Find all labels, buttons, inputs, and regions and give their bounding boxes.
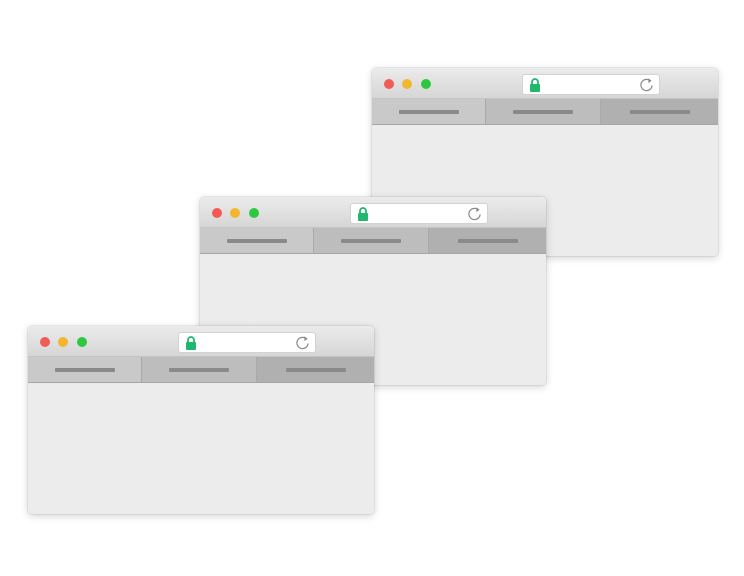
tab-title-placeholder [226, 238, 287, 243]
tab-title-placeholder [169, 367, 229, 372]
tab-bar [372, 99, 718, 125]
tab-3[interactable] [428, 228, 546, 253]
tab-title-placeholder [457, 238, 518, 243]
lock-icon [358, 207, 368, 221]
title-bar [372, 68, 718, 99]
tab-2[interactable] [485, 99, 600, 124]
title-bar [28, 326, 374, 357]
reload-icon[interactable] [467, 206, 482, 221]
close-button[interactable] [212, 208, 222, 218]
page-content [28, 383, 374, 514]
minimize-button[interactable] [402, 79, 412, 89]
close-button[interactable] [384, 79, 394, 89]
reload-icon[interactable] [639, 77, 654, 92]
maximize-button[interactable] [249, 208, 259, 218]
tab-1[interactable] [200, 228, 313, 253]
tab-bar [200, 228, 546, 254]
browser-window-front [28, 326, 374, 514]
tab-title-placeholder [285, 367, 346, 372]
close-button[interactable] [40, 337, 50, 347]
tab-title-placeholder [513, 109, 573, 114]
tab-3[interactable] [256, 357, 374, 382]
title-bar [200, 197, 546, 228]
tab-2[interactable] [313, 228, 428, 253]
address-bar[interactable] [350, 203, 488, 224]
maximize-button[interactable] [421, 79, 431, 89]
tab-title-placeholder [398, 109, 459, 114]
reload-icon[interactable] [295, 335, 310, 350]
tab-3[interactable] [600, 99, 718, 124]
minimize-button[interactable] [58, 337, 68, 347]
tab-1[interactable] [28, 357, 141, 382]
address-bar[interactable] [178, 332, 316, 353]
lock-icon [530, 78, 540, 92]
tab-2[interactable] [141, 357, 256, 382]
tab-bar [28, 357, 374, 383]
lock-icon [186, 336, 196, 350]
tab-1[interactable] [372, 99, 485, 124]
tab-title-placeholder [341, 238, 401, 243]
tab-title-placeholder [54, 367, 115, 372]
tab-title-placeholder [629, 109, 690, 114]
maximize-button[interactable] [77, 337, 87, 347]
address-bar[interactable] [522, 74, 660, 95]
minimize-button[interactable] [230, 208, 240, 218]
